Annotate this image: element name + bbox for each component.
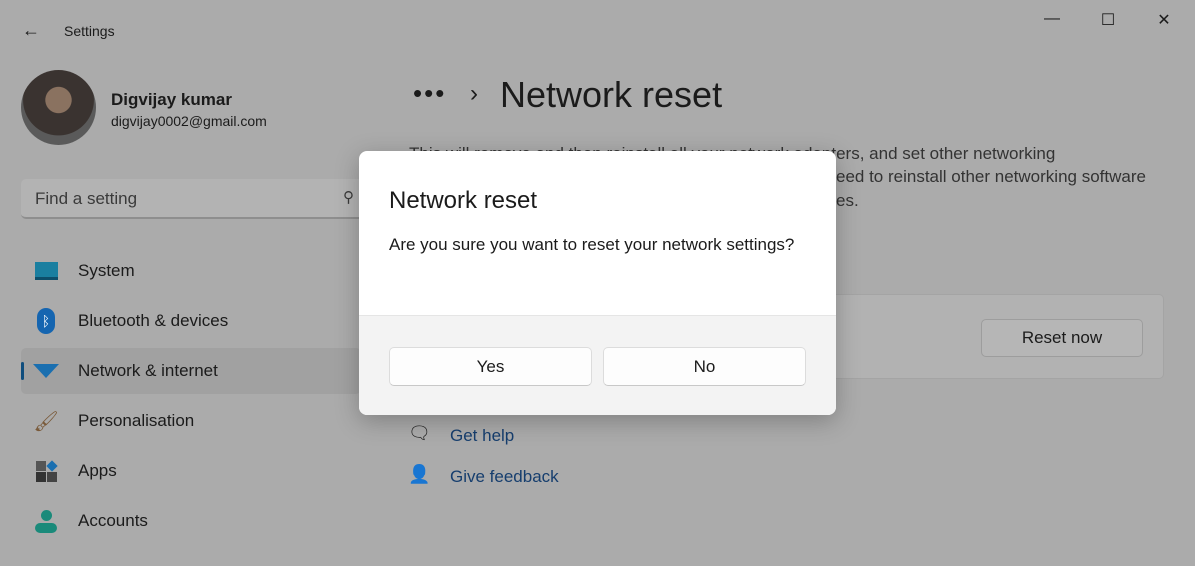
monitor-icon (34, 259, 58, 283)
dialog-title: Network reset (389, 187, 538, 214)
sidebar-item-label: Accounts (78, 511, 148, 530)
search-placeholder: Find a setting (35, 189, 138, 208)
close-icon[interactable]: ✕ (1149, 10, 1179, 30)
breadcrumb-overflow[interactable]: ••• (413, 78, 446, 109)
user-name: Digvijay kumar (111, 90, 232, 109)
sidebar-item-bluetooth[interactable]: ᛒ Bluetooth & devices (21, 298, 361, 344)
maximize-icon[interactable]: ☐ (1093, 10, 1123, 30)
search-input[interactable]: Find a setting ⚲ (21, 179, 364, 219)
window-title: Settings (64, 23, 115, 39)
chevron-right-icon: › (470, 80, 478, 107)
selected-indicator (21, 362, 24, 380)
reset-now-button[interactable]: Reset now (981, 319, 1143, 357)
user-email: digvijay0002@gmail.com (111, 113, 267, 129)
person-icon (34, 509, 58, 533)
minimize-icon[interactable]: — (1037, 10, 1067, 28)
feedback-icon: 👤 (408, 464, 431, 484)
sidebar-item-accounts[interactable]: Accounts (21, 498, 361, 544)
description-line: es. (836, 191, 859, 210)
sidebar-item-network[interactable]: Network & internet (21, 348, 361, 394)
dialog-message: Are you sure you want to reset your netw… (389, 235, 795, 254)
sidebar-item-system[interactable]: System (21, 248, 361, 294)
network-reset-dialog: Network reset Are you sure you want to r… (359, 151, 836, 415)
dialog-footer: Yes No (359, 315, 836, 415)
bluetooth-icon: ᛒ (34, 308, 58, 334)
help-icon: 🗨 (408, 423, 431, 443)
sidebar-item-label: System (78, 261, 135, 280)
sidebar-item-label: Network & internet (78, 361, 218, 380)
get-help-link[interactable]: Get help (450, 426, 514, 446)
give-feedback-link[interactable]: Give feedback (450, 467, 559, 487)
sidebar-item-label: Apps (78, 461, 117, 480)
sidebar-item-personalisation[interactable]: 🖌 Personalisation (21, 398, 361, 444)
sidebar-item-label: Bluetooth & devices (78, 311, 229, 330)
back-arrow-icon[interactable]: ← (22, 20, 40, 41)
description-line: eed to reinstall other networking softwa… (836, 167, 1146, 186)
page-title: Network reset (500, 74, 723, 115)
yes-button[interactable]: Yes (389, 347, 592, 386)
search-icon[interactable]: ⚲ (343, 188, 354, 206)
avatar[interactable] (21, 70, 96, 145)
wifi-icon (33, 359, 59, 383)
brush-icon: 🖌 (33, 410, 59, 433)
sidebar-item-apps[interactable]: Apps (21, 448, 361, 494)
sidebar-item-label: Personalisation (78, 411, 195, 430)
apps-icon (34, 459, 58, 483)
no-button[interactable]: No (603, 347, 806, 386)
